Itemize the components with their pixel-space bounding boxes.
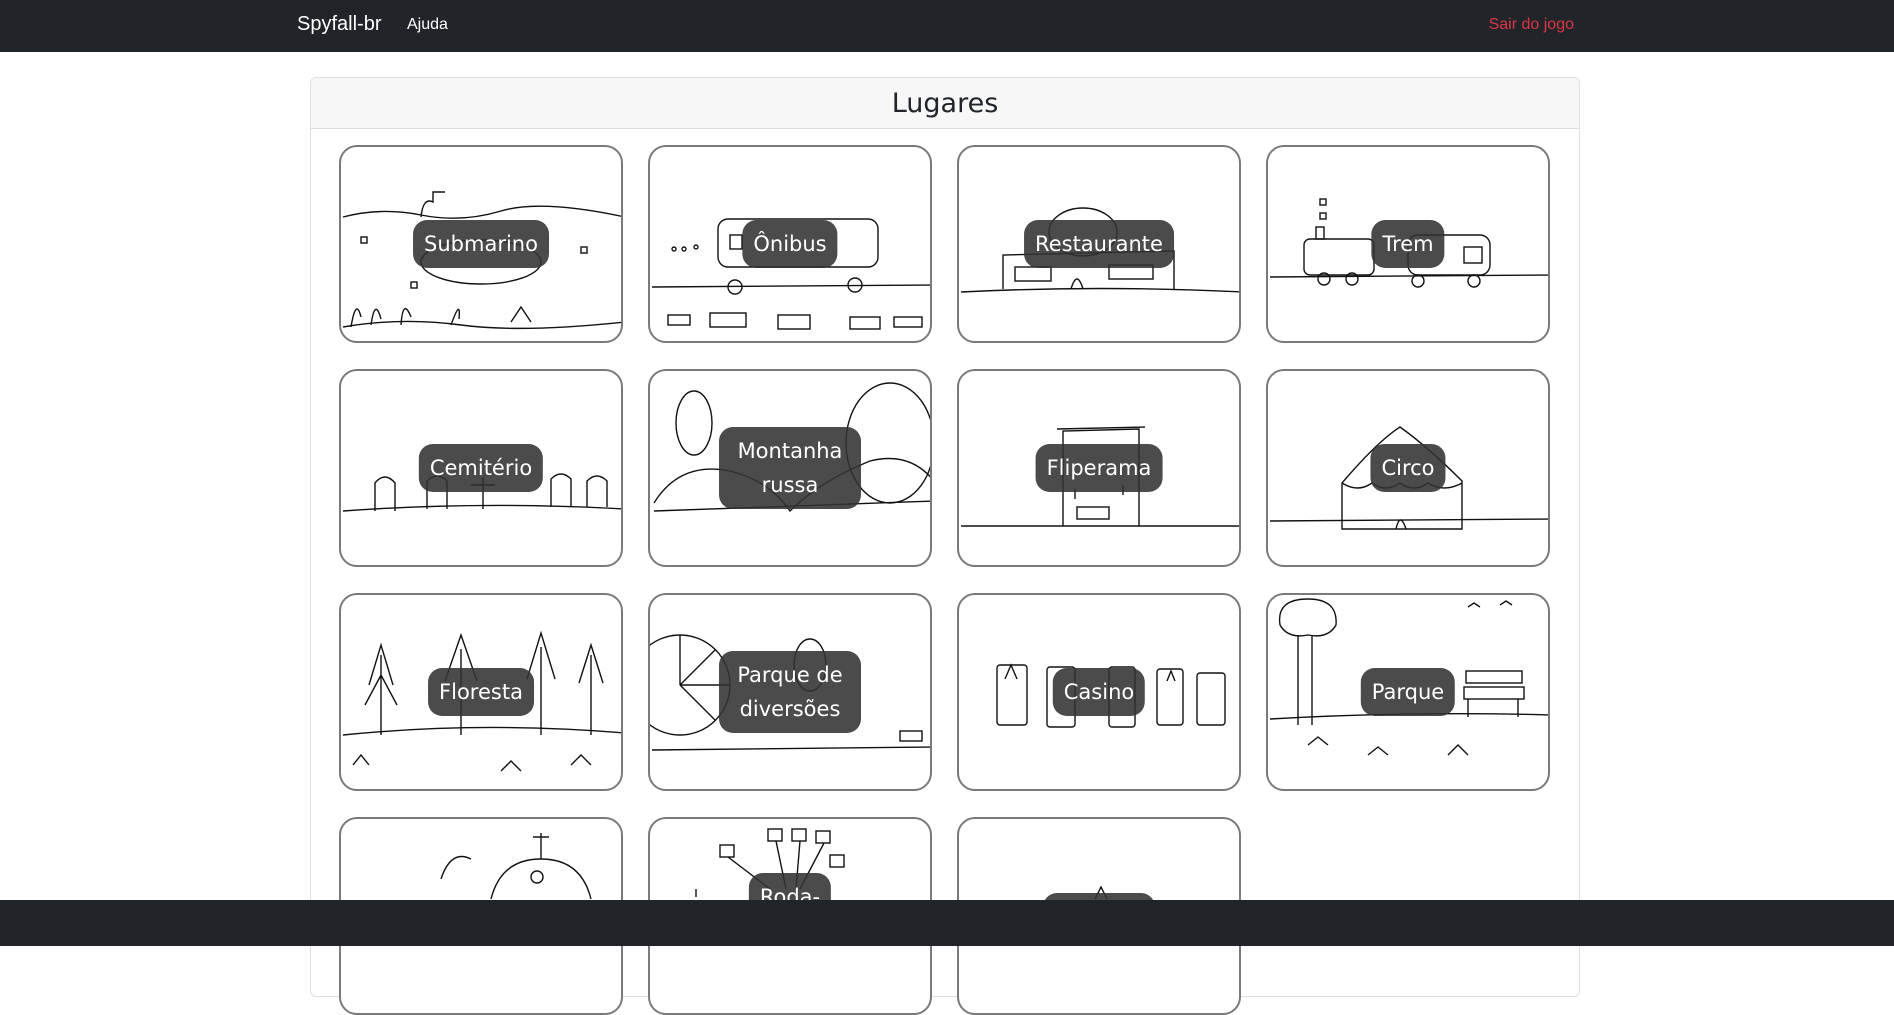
place-tile-restaurante[interactable]: Restaurante [957,145,1241,343]
place-tile-trem[interactable]: Trem [1266,145,1550,343]
place-label: Parque de diversões [719,651,861,733]
place-tile-parque-de-diversoes[interactable]: Parque de diversões [648,593,932,791]
place-tile-submarino[interactable]: Submarino [339,145,623,343]
place-label: Montanha russa [719,427,861,509]
card-header: Lugares [311,78,1579,129]
card-title: Lugares [891,87,999,119]
place-tile-parque[interactable]: Parque [1266,593,1550,791]
place-tile-cemiterio[interactable]: Cemitério [339,369,623,567]
top-navbar: Spyfall-br Ajuda Sair do jogo [0,0,1894,52]
exit-game-link[interactable]: Sair do jogo [1489,16,1574,34]
place-label: Trem [1371,220,1445,268]
place-label: Cemitério [418,444,544,492]
place-tile-circo[interactable]: Circo [1266,369,1550,567]
place-label: Casino [1052,668,1146,716]
place-label: Parque [1360,668,1456,716]
place-tile-casino[interactable]: Casino [957,593,1241,791]
bottom-footer-bar [0,900,1894,946]
help-link[interactable]: Ajuda [407,16,448,34]
place-label: Fliperama [1035,444,1163,492]
place-label: Circo [1370,444,1446,492]
place-tile-floresta[interactable]: Floresta [339,593,623,791]
place-tile-fliperama[interactable]: Fliperama [957,369,1241,567]
place-label: Restaurante [1024,220,1174,268]
place-tile-onibus[interactable]: Ônibus [648,145,932,343]
place-tile-montanha-russa[interactable]: Montanha russa [648,369,932,567]
place-label: Floresta [428,668,534,716]
place-label: Ônibus [742,220,838,268]
place-label: Submarino [413,220,549,268]
places-card: Lugares Submarino Ônibus Restaurante Tre… [310,77,1580,1015]
brand-link[interactable]: Spyfall-br [297,13,381,36]
